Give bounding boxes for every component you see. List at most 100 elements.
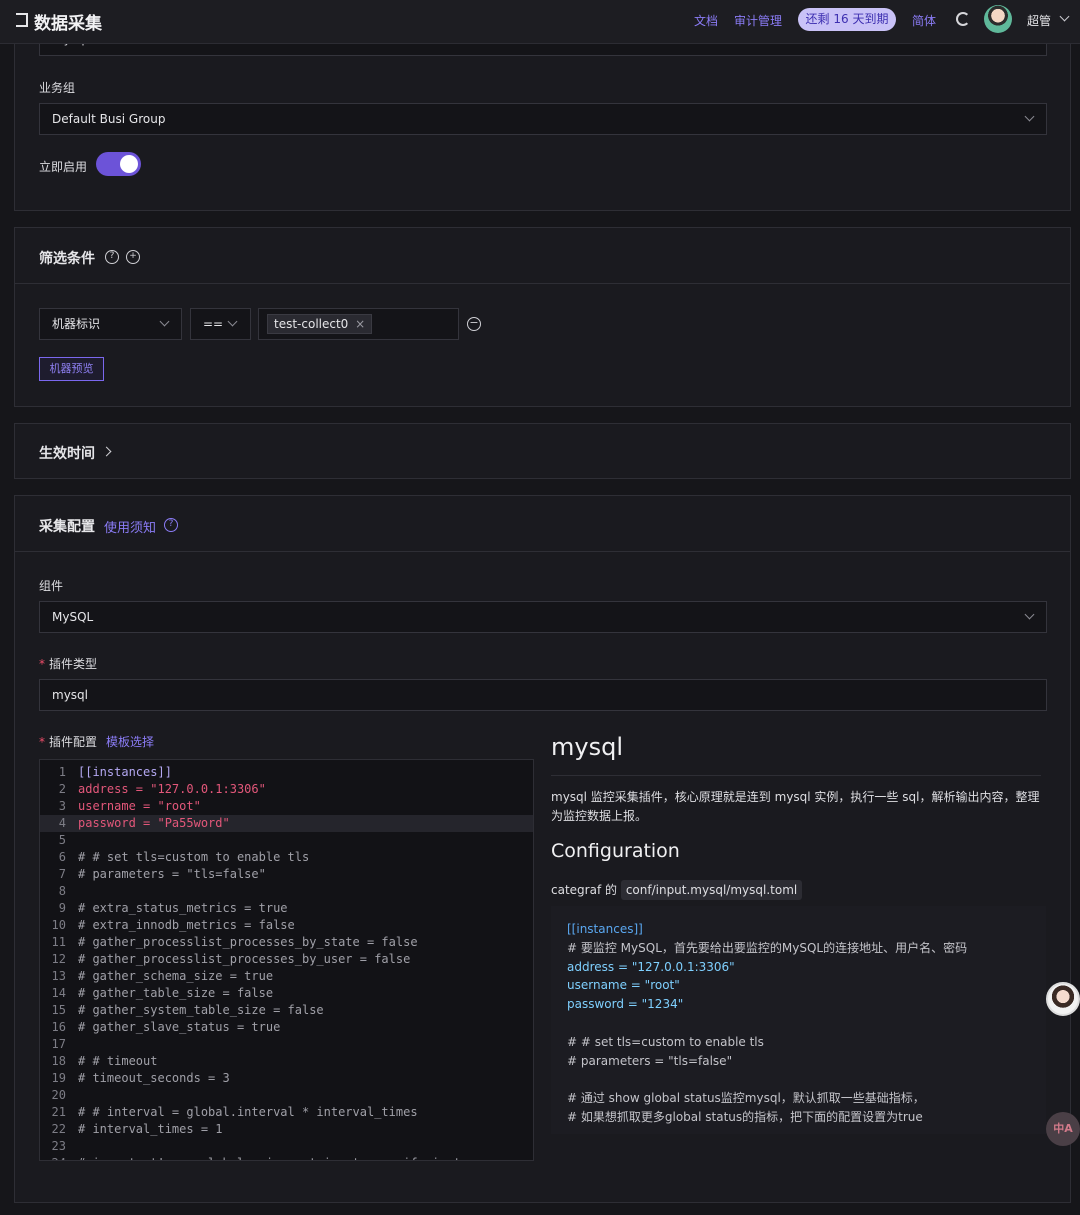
code-line: 16 # gather_slave_status = true	[40, 1019, 533, 1036]
code-line: 21 # # interval = global.interval * inter…	[40, 1104, 533, 1121]
docs-link[interactable]: 文档	[694, 12, 718, 29]
chevron-down-icon[interactable]	[1059, 11, 1070, 22]
code-line: 18 # # timeout	[40, 1053, 533, 1070]
help-icon[interactable]: ?	[105, 250, 119, 264]
doc-config-path: categraf 的 conf/input.mysql/mysql.toml	[551, 880, 1046, 900]
close-icon[interactable]: ×	[355, 317, 365, 331]
line-number: 6	[58, 850, 66, 864]
avatar[interactable]	[984, 5, 1012, 33]
filter-value-select[interactable]: test-collect0 ×	[258, 308, 459, 340]
line-number: 7	[58, 867, 66, 881]
sample-code-line: # 通过 show global status监控mysql，默认抓取一些基础指…	[567, 1091, 925, 1106]
add-icon[interactable]: +	[126, 250, 140, 264]
code-text: # important! use global unique string to…	[78, 1155, 490, 1160]
code-line: 24 # important! use global unique string …	[40, 1155, 533, 1160]
code-text: # extra_innodb_metrics = false	[78, 918, 295, 932]
line-number: 23	[51, 1139, 66, 1153]
code-text: # gather_system_table_size = false	[78, 1003, 324, 1017]
line-number: 8	[58, 884, 66, 898]
collect-config-card: 采集配置 使用须知 ? 组件 MySQL * 插件类型 mysql * 插件配置 模…	[14, 495, 1071, 1203]
sample-code-line: [[instances]]	[567, 922, 643, 936]
doc-config-heading: Configuration	[551, 840, 680, 862]
plugin-type-input[interactable]: mysql	[39, 679, 1047, 711]
sample-code-line: password = "1234"	[567, 997, 684, 1012]
enable-toggle[interactable]	[96, 152, 141, 176]
moon-icon[interactable]	[956, 12, 970, 26]
back-icon[interactable]	[16, 13, 28, 27]
plugin-config-editor[interactable]: 1 [[instances]] 2 address = "127.0.0.1:3306…	[39, 759, 534, 1161]
doc-sample-code: [[instances]] # 要监控 MySQL，首先要给出要监控的MySQL的…	[551, 906, 1046, 1134]
filter-key-select[interactable]: 机器标识	[39, 308, 182, 340]
busi-group-select[interactable]: Default Busi Group	[39, 103, 1047, 135]
sample-code-line: address = "127.0.0.1:3306"	[567, 959, 735, 974]
line-number: 18	[51, 1054, 66, 1068]
line-number: 2	[58, 782, 66, 796]
code-line: 10 # extra_innodb_metrics = false	[40, 917, 533, 934]
line-number: 11	[51, 935, 66, 949]
filter-title: 筛选条件	[39, 251, 95, 267]
filter-key-value: 机器标识	[52, 317, 101, 331]
code-text: # interval_times = 1	[78, 1122, 223, 1136]
plugin-config-label: * 插件配置	[39, 733, 97, 750]
code-text: # gather_table_size = false	[78, 986, 274, 1000]
machine-preview-button[interactable]: 机器预览	[39, 357, 104, 381]
code-text: # extra_status_metrics = true	[78, 901, 288, 915]
component-select[interactable]: MySQL	[39, 601, 1047, 633]
code-text: # gather_processlist_processes_by_state …	[78, 935, 418, 949]
code-line: 14 # gather_table_size = false	[40, 985, 533, 1002]
code-text: # parameters = "tls=false"	[78, 867, 266, 881]
usage-link[interactable]: 使用须知	[104, 517, 156, 536]
help-icon[interactable]: ?	[164, 518, 178, 532]
code-text: password = "Pa55word"	[78, 816, 230, 830]
filter-operator-select[interactable]: ==	[190, 308, 251, 340]
basic-info-card: mysql 业务组 Default Busi Group 立即启用	[14, 28, 1071, 211]
code-text: # gather_processlist_processes_by_user =…	[78, 952, 411, 966]
required-mark: *	[39, 657, 45, 671]
line-number: 5	[58, 833, 66, 847]
code-line: 5	[40, 832, 533, 849]
user-name[interactable]: 超管	[1027, 12, 1051, 29]
code-line: 13 # gather_schema_size = true	[40, 968, 533, 985]
filter-tag-label: test-collect0	[274, 317, 349, 331]
code-line: 7 # parameters = "tls=false"	[40, 866, 533, 883]
language-switch[interactable]: 简体	[912, 12, 936, 29]
sample-code-line: # parameters = "tls=false"	[567, 1053, 733, 1068]
collect-title: 采集配置	[39, 519, 95, 535]
component-value: MySQL	[52, 610, 94, 624]
chevron-down-icon	[227, 316, 238, 327]
effective-time-title: 生效时间	[39, 446, 95, 462]
code-line: 11 # gather_processlist_processes_by_stat…	[40, 934, 533, 951]
line-number: 10	[51, 918, 66, 932]
line-number: 16	[51, 1020, 66, 1034]
enable-label: 立即启用	[39, 160, 88, 174]
remove-icon[interactable]: −	[467, 317, 481, 331]
sample-code-line: # 要监控 MySQL，首先要给出要监控的MySQL的连接地址、用户名、密码	[567, 940, 968, 955]
assistant-avatar-icon[interactable]	[1046, 982, 1080, 1016]
app-header: 数据采集 文档 审计管理 还剩 16 天到期 简体 超管	[0, 0, 1080, 44]
audit-link[interactable]: 审计管理	[734, 12, 782, 29]
line-number: 9	[58, 901, 66, 915]
code-line: 9 # extra_status_metrics = true	[40, 900, 533, 917]
code-text: # timeout_seconds = 3	[78, 1071, 230, 1085]
collect-card-header: 采集配置 使用须知 ?	[15, 496, 1070, 552]
translate-icon[interactable]: 中A	[1046, 1112, 1080, 1146]
template-select-link[interactable]: 模板选择	[106, 733, 154, 750]
chevron-right-icon[interactable]	[101, 446, 112, 457]
doc-title: mysql	[551, 733, 623, 761]
toggle-knob	[120, 155, 138, 173]
code-line: 6 # # set tls=custom to enable tls	[40, 849, 533, 866]
code-line: 2 address = "127.0.0.1:3306"	[40, 781, 533, 798]
busi-group-value: Default Busi Group	[52, 112, 166, 126]
effective-time-card[interactable]: 生效时间	[14, 423, 1071, 479]
sample-code-line: username = "root"	[567, 978, 680, 993]
line-number: 14	[51, 986, 66, 1000]
code-text: username = "root"	[78, 799, 201, 813]
code-line: 12 # gather_processlist_processes_by_user…	[40, 951, 533, 968]
line-number: 19	[51, 1071, 66, 1085]
line-number: 22	[51, 1122, 66, 1136]
doc-intro-line: mysql 监控采集插件，核心原理就是连到 mysql 实例，执行一些 sql，…	[551, 790, 1040, 804]
line-number: 1	[58, 765, 66, 779]
plugin-type-label-text: 插件类型	[49, 657, 98, 671]
code-line: 4 password = "Pa55word"	[40, 815, 533, 832]
expiry-badge[interactable]: 还剩 16 天到期	[798, 8, 896, 31]
